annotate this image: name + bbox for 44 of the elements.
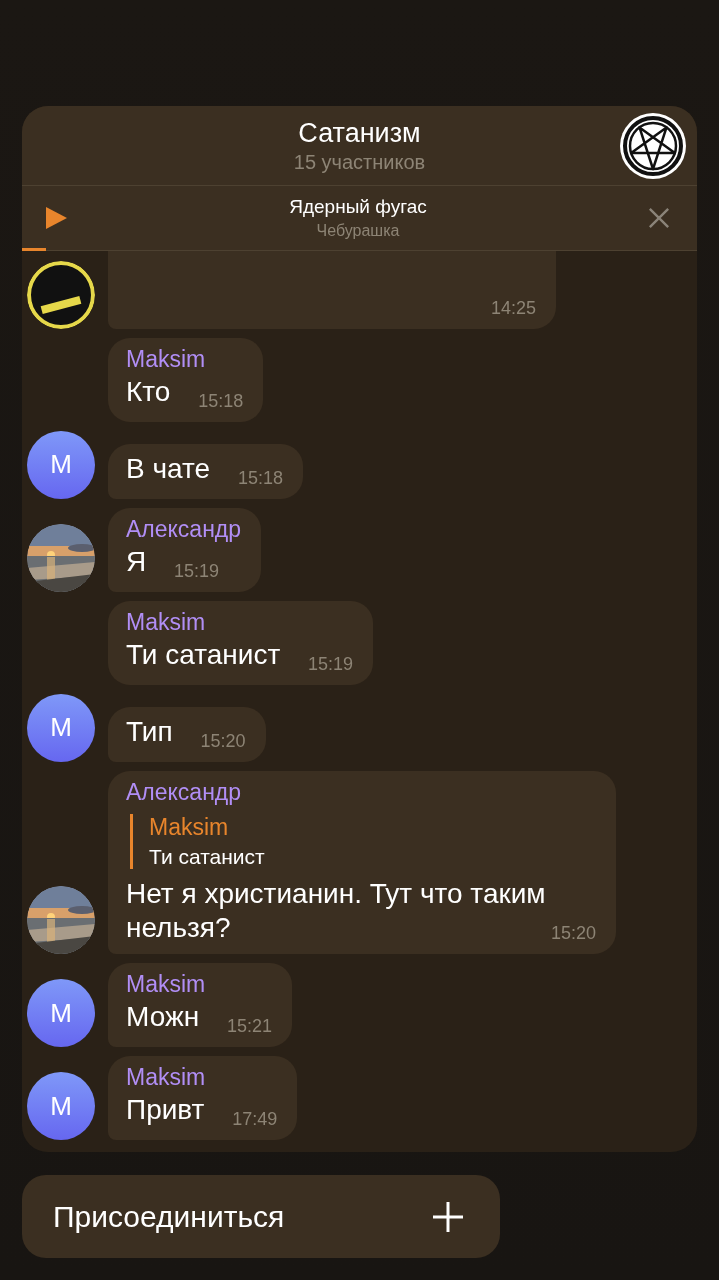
message-time: 15:19 bbox=[174, 560, 220, 583]
message-bubble[interactable]: Maksim Можн 15:21 bbox=[108, 963, 292, 1048]
sender-name: Maksim bbox=[126, 345, 207, 373]
message-bubble[interactable]: Александр Maksim Ти сатанист Нет я христианин. Тут что таким нельзя? 15:20 bbox=[108, 770, 616, 955]
message-bubble[interactable]: Александр Я 15:19 bbox=[108, 507, 262, 592]
track-title: Ядерный фугас bbox=[289, 196, 427, 218]
message-time: 15:20 bbox=[200, 730, 246, 753]
reply-quote[interactable]: Maksim Ти сатанист bbox=[130, 813, 596, 869]
sender-name: Александр bbox=[126, 778, 243, 806]
message-text: Можн bbox=[126, 1001, 200, 1033]
sender-name: Maksim bbox=[126, 971, 207, 999]
message-text: Привт bbox=[126, 1094, 205, 1126]
reply-sender: Maksim bbox=[149, 813, 230, 841]
message-bubble[interactable]: Maksim Привт 17:49 bbox=[108, 1056, 298, 1140]
reply-text: Ти сатанист bbox=[149, 844, 266, 869]
track-artist: Чебурашка bbox=[316, 222, 400, 240]
sender-name: Maksim bbox=[126, 608, 207, 636]
close-icon[interactable] bbox=[648, 207, 670, 229]
chat-title: Сатанизм bbox=[298, 117, 421, 149]
message-time: 17:49 bbox=[232, 1109, 278, 1131]
message-time: 15:18 bbox=[198, 390, 244, 413]
member-count: 15 участников bbox=[293, 150, 426, 174]
message-time: 15:21 bbox=[226, 1016, 272, 1039]
sender-name: Александр bbox=[126, 515, 242, 543]
message-time: 15:18 bbox=[237, 467, 283, 490]
message-text: Ти сатанист bbox=[126, 638, 281, 670]
sender-name: Maksim bbox=[126, 1064, 207, 1092]
message-text: Я bbox=[126, 545, 147, 577]
message-bubble[interactable]: Maksim Ти сатанист 15:19 bbox=[108, 600, 374, 685]
message-text: Кто bbox=[126, 375, 171, 407]
message-time: 15:19 bbox=[308, 653, 354, 676]
message-text: Нет я христианин. Тут что таким нельзя? bbox=[126, 877, 546, 943]
join-button[interactable]: Присоединиться bbox=[22, 1175, 500, 1258]
message-bubble[interactable]: Тип 15:20 bbox=[108, 706, 266, 762]
plus-icon bbox=[432, 1200, 464, 1233]
message-bubble[interactable]: В чате 15:18 bbox=[108, 443, 303, 499]
message-text: Тип bbox=[126, 715, 173, 747]
message-time: 14:25 bbox=[490, 297, 536, 320]
message-time: 15:20 bbox=[550, 922, 596, 945]
pentagram-icon[interactable] bbox=[619, 112, 687, 180]
message-bubble[interactable]: Maksim Кто 15:18 bbox=[108, 337, 264, 422]
message-bubble[interactable]: 14:25 bbox=[108, 251, 556, 329]
message-text: В чате bbox=[126, 452, 211, 484]
play-icon[interactable] bbox=[44, 206, 68, 230]
